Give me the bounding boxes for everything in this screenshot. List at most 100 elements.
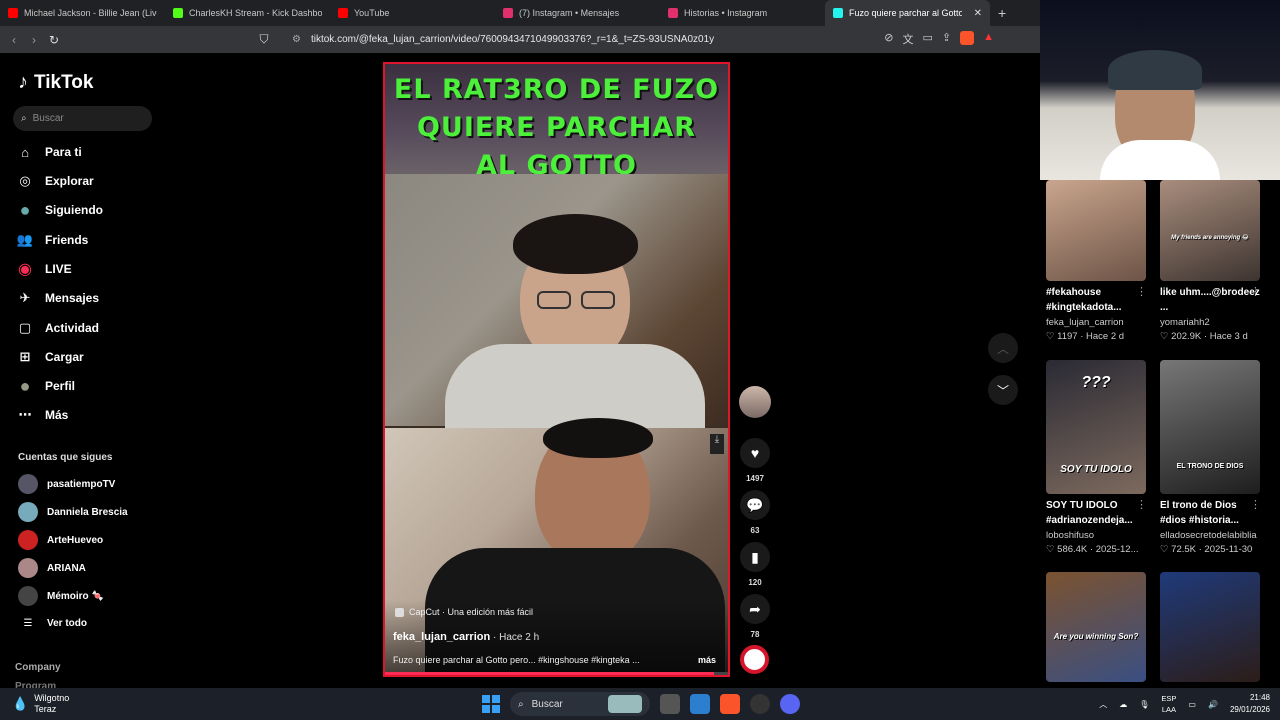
clock-date: 29/01/2026 <box>1229 705 1270 714</box>
close-tab-icon[interactable]: ✕ <box>974 8 982 19</box>
following-account[interactable]: Danniela Brescia <box>18 502 128 522</box>
browser-tab[interactable]: CharlesKH Stream - Kick Dashboa <box>165 0 330 26</box>
sidebar-item-friends[interactable]: 👥 Friends <box>17 230 88 250</box>
tab-favicon-icon <box>338 8 348 18</box>
video-thumbnail[interactable]: EL TRONO DE DIOS <box>1160 360 1260 494</box>
sidebar-item-explorar[interactable]: ◎ Explorar <box>17 171 93 191</box>
sidebar-item-m-s[interactable]: ⋯ Más <box>17 405 69 425</box>
card-title[interactable]: #fekahouse #kingtekadota... <box>1046 285 1146 315</box>
more-options-icon[interactable]: ⋮ <box>1136 498 1147 511</box>
video-progress-bar[interactable] <box>385 672 728 675</box>
card-author[interactable]: yomariahh2 <box>1160 317 1265 328</box>
browser-tab[interactable]: YouTube <box>330 0 495 26</box>
task-view-icon[interactable] <box>660 694 680 714</box>
browser-tab[interactable]: Fuzo quiere parchar al Gotto per ✕ <box>825 0 990 26</box>
video-author[interactable]: feka_lujan_carrion · Hace 2 h <box>393 631 539 643</box>
card-title[interactable]: like uhm....@brodeez ... <box>1160 285 1260 315</box>
share-arrow-icon: ➦ <box>740 594 770 624</box>
new-tab-icon[interactable]: + <box>990 5 1014 21</box>
no-tracking-icon[interactable]: ⊘ <box>884 31 893 47</box>
search-placeholder: Buscar <box>32 113 64 124</box>
brave-shields-icon[interactable] <box>960 31 975 45</box>
url-text: tiktok.com/@feka_lujan_carrion/video/760… <box>310 34 715 45</box>
company-link[interactable]: Company <box>15 662 61 673</box>
video-thumbnail[interactable]: Are you winning Son? <box>1046 572 1146 682</box>
clock[interactable]: 21:48 29/01/2026 <box>1230 692 1270 716</box>
music-disc-icon[interactable] <box>740 645 769 674</box>
sidebar-item-actividad[interactable]: ▢ Actividad <box>17 318 99 338</box>
sidebar-item-live[interactable]: ◉ LIVE <box>17 259 72 279</box>
tray-overflow-icon[interactable]: ︿ <box>1099 699 1107 710</box>
sidebar-item-cargar[interactable]: ⊞ Cargar <box>17 347 84 367</box>
recommended-video-card[interactable]: My friends are annoying 😂 like uhm....@br… <box>1160 180 1265 342</box>
more-options-icon[interactable]: ⋮ <box>1250 285 1261 298</box>
video-username[interactable]: feka_lujan_carrion <box>393 631 490 643</box>
obs-icon[interactable] <box>750 694 770 714</box>
reload-icon[interactable]: ↻ <box>44 33 64 47</box>
cast-icon[interactable]: ▭ <box>922 31 932 47</box>
video-thumbnail[interactable]: My friends are annoying 😂 <box>1160 180 1260 281</box>
recommended-video-card[interactable]: Are you winning Son? <box>1046 572 1151 682</box>
recommended-video-card[interactable] <box>1160 572 1265 682</box>
back-icon[interactable]: ‹ <box>4 33 24 47</box>
video-thumbnail[interactable]: ??? SOY TU IDOLO <box>1046 360 1146 494</box>
taskbar-search[interactable]: ⌕ Buscar <box>510 692 650 716</box>
following-account[interactable]: pasatiempoTV <box>18 474 115 494</box>
language-indicator[interactable]: ESP LAA <box>1161 693 1176 715</box>
translate-icon[interactable]: 文 <box>902 31 913 47</box>
more-button[interactable]: más <box>698 655 716 665</box>
sidebar-item-perfil[interactable]: ● Perfil <box>17 376 75 396</box>
previous-video-button[interactable]: ︿ <box>988 333 1018 363</box>
capcut-badge[interactable]: CapCut · Una edición más fácil <box>395 607 533 617</box>
brave-rewards-icon[interactable]: ▲ <box>983 31 994 47</box>
sidebar-item-para-ti[interactable]: ⌂ Para ti <box>17 142 82 162</box>
recommended-video-card[interactable]: #fekahouse #kingtekadota... ⋮ feka_lujan_c… <box>1046 180 1151 342</box>
card-title[interactable]: El trono de Dios #dios #historia... <box>1160 498 1260 528</box>
browser-tab[interactable]: (7) Instagram • Mensajes <box>495 0 660 26</box>
video-thumbnail[interactable] <box>1046 180 1146 281</box>
video-player[interactable]: EL RAT3RO DE FUZO QUIERE PARCHAR AL GOTT… <box>383 62 730 677</box>
sidebar-item-siguiendo[interactable]: ● Siguiendo <box>17 200 103 220</box>
tiktok-logo[interactable]: ♪ TikTok <box>18 71 93 94</box>
comment-button[interactable]: 💬 63 <box>739 490 771 535</box>
following-account[interactable]: Mémoiro 🍬 <box>18 586 104 606</box>
video-thumbnail[interactable] <box>1160 572 1260 682</box>
bookmark-icon[interactable]: ⛉ <box>254 32 274 47</box>
browser-tab[interactable]: Historias • Instagram <box>660 0 825 26</box>
windows-start-icon[interactable] <box>482 695 500 713</box>
see-all-link[interactable]: ☰ Ver todo <box>18 618 88 629</box>
share-icon[interactable]: ⇪ <box>942 31 951 47</box>
weather-widget[interactable]: 💧 Wilgotno Teraz <box>12 693 69 715</box>
microphone-icon[interactable]: 🎙 <box>1139 700 1149 709</box>
more-options-icon[interactable]: ⋮ <box>1136 285 1147 298</box>
download-icon[interactable]: ⤓ <box>710 434 724 454</box>
share-button[interactable]: ➦ 78 <box>739 594 771 639</box>
following-account[interactable]: ArteHueveo <box>18 530 103 550</box>
save-button[interactable]: ▮ 120 <box>739 542 771 587</box>
following-account[interactable]: ARIANA <box>18 558 86 578</box>
more-options-icon[interactable]: ⋮ <box>1250 498 1261 511</box>
like-button[interactable]: ♥ 1497 <box>739 438 771 483</box>
network-icon[interactable]: ▭ <box>1188 700 1196 709</box>
creator-avatar[interactable] <box>739 386 771 418</box>
volume-icon[interactable]: 🔊 <box>1208 700 1218 709</box>
next-video-button[interactable]: ﹀ <box>988 375 1018 405</box>
card-stats: ♡ 72.5K · 2025-11-30 <box>1160 544 1253 555</box>
cloud-icon[interactable]: ☁ <box>1119 700 1127 709</box>
url-field[interactable]: ⚙ tiktok.com/@feka_lujan_carrion/video/7… <box>292 30 714 50</box>
notepad-icon[interactable] <box>690 694 710 714</box>
brave-browser-icon[interactable] <box>720 694 740 714</box>
search-input[interactable]: ⌕ Buscar <box>13 106 152 131</box>
recommended-video-card[interactable]: ??? SOY TU IDOLO SOY TU IDOLO #adrianozend… <box>1046 360 1151 555</box>
sidebar-item-mensajes[interactable]: ✈ Mensajes <box>17 288 99 308</box>
card-title[interactable]: SOY TU IDOLO #adrianozendeja... <box>1046 498 1146 528</box>
browser-tab[interactable]: Michael Jackson - Billie Jean (Live) - <box>0 0 165 26</box>
card-author[interactable]: feka_lujan_carrion <box>1046 317 1151 328</box>
card-author[interactable]: elladosecretodelabiblia <box>1160 530 1265 541</box>
discord-icon[interactable] <box>780 694 800 714</box>
site-settings-icon[interactable]: ⚙ <box>292 34 301 45</box>
recommended-video-card[interactable]: EL TRONO DE DIOS El trono de Dios #dios #… <box>1160 360 1265 555</box>
card-author[interactable]: loboshifuso <box>1046 530 1151 541</box>
save-count: 120 <box>748 578 762 587</box>
forward-icon[interactable]: › <box>24 33 44 47</box>
